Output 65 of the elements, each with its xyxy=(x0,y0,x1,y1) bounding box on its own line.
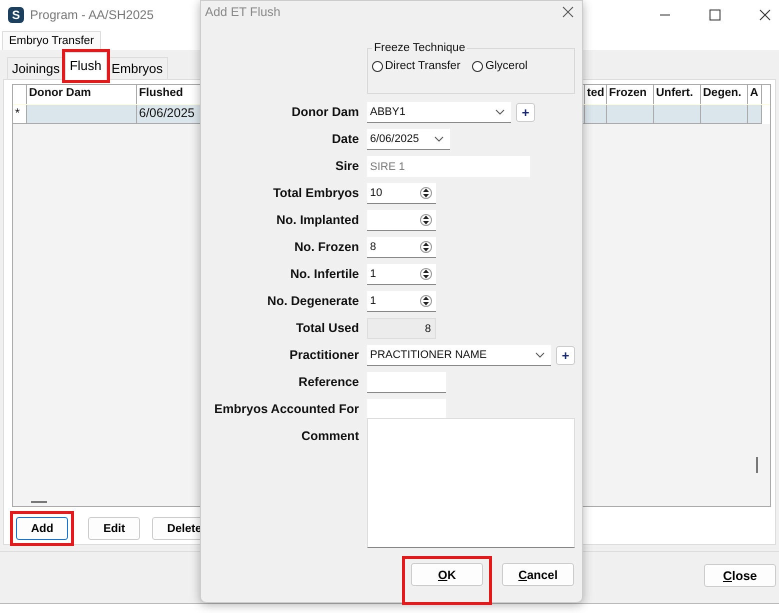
close-button[interactable]: Close xyxy=(704,564,776,587)
window-title: Program - AA/SH2025 xyxy=(30,8,154,22)
spinner-icon[interactable] xyxy=(420,267,432,281)
column-header: Unfert. xyxy=(654,85,701,104)
maximize-icon[interactable] xyxy=(709,9,721,21)
column-header: ted xyxy=(585,85,607,104)
number-field[interactable]: 10 xyxy=(367,183,436,204)
number-field[interactable]: 8 xyxy=(367,237,436,258)
dialog-title: Add ET Flush xyxy=(205,5,281,19)
comment-field[interactable] xyxy=(367,418,575,548)
table-cell xyxy=(701,105,748,124)
field-label: Practitioner xyxy=(288,347,359,364)
number-field: 8 xyxy=(367,318,436,339)
column-header: Degen. xyxy=(701,85,748,104)
close-icon[interactable] xyxy=(562,6,574,18)
field-label: Total Embryos xyxy=(272,185,359,202)
dropdown-field[interactable]: PRACTITIONER NAME xyxy=(367,345,551,366)
input-field[interactable] xyxy=(367,372,446,393)
field-label: No. Frozen xyxy=(293,239,359,256)
dialog-button[interactable]: OK xyxy=(411,563,483,586)
group-title: Freeze Technique xyxy=(373,42,466,54)
date-field[interactable]: 6/06/2025 xyxy=(367,129,450,150)
spinner-icon[interactable] xyxy=(420,213,432,227)
table-cell xyxy=(607,105,654,124)
field-label: Sire xyxy=(334,158,359,175)
spinner-icon[interactable] xyxy=(420,294,432,308)
field-label: Date xyxy=(330,131,359,148)
action-button[interactable]: Add xyxy=(16,517,68,540)
chevron-down-icon xyxy=(434,136,444,142)
radio-option[interactable]: Glycerol xyxy=(472,60,528,72)
action-button[interactable]: Edit xyxy=(88,517,140,540)
spinner-icon[interactable] xyxy=(420,186,432,200)
dropdown-field[interactable]: ABBY1 xyxy=(367,102,511,123)
section-tab[interactable]: Embryo Transfer xyxy=(2,31,101,50)
field-label: Reference xyxy=(298,374,359,391)
field-label: No. Infertile xyxy=(289,266,359,283)
scrollbar-thumb[interactable] xyxy=(756,457,758,473)
table-cell xyxy=(585,105,607,124)
number-field[interactable] xyxy=(367,210,436,231)
column-header: Frozen xyxy=(607,85,654,104)
column-header: A xyxy=(748,85,762,104)
radio-option[interactable]: Direct Transfer xyxy=(372,60,460,72)
number-field[interactable]: 1 xyxy=(367,291,436,312)
input-field[interactable] xyxy=(367,399,446,420)
field-label: No. Implanted xyxy=(275,212,359,229)
add-button[interactable]: + xyxy=(516,103,535,122)
chevron-down-icon xyxy=(495,109,505,115)
table-cell xyxy=(748,105,762,124)
add-button[interactable]: + xyxy=(556,346,575,365)
field-label: No. Degenerate xyxy=(266,293,359,310)
row-marker: * xyxy=(13,105,27,124)
column-header: Donor Dam xyxy=(27,85,137,104)
spinner-icon[interactable] xyxy=(420,240,432,254)
field-label: Comment xyxy=(300,428,359,445)
app-logo: S xyxy=(8,7,24,23)
chevron-down-icon xyxy=(535,352,545,358)
number-field[interactable]: 1 xyxy=(367,264,436,285)
field-label: Donor Dam xyxy=(290,104,359,121)
tab[interactable]: Joinings xyxy=(7,57,65,79)
table-cell xyxy=(654,105,701,124)
scrollbar-thumb[interactable] xyxy=(31,501,47,503)
field-label: Embryos Accounted For xyxy=(213,401,359,418)
close-icon[interactable] xyxy=(759,9,771,21)
field-label: Total Used xyxy=(295,320,359,337)
dialog-button[interactable]: Cancel xyxy=(502,563,574,586)
